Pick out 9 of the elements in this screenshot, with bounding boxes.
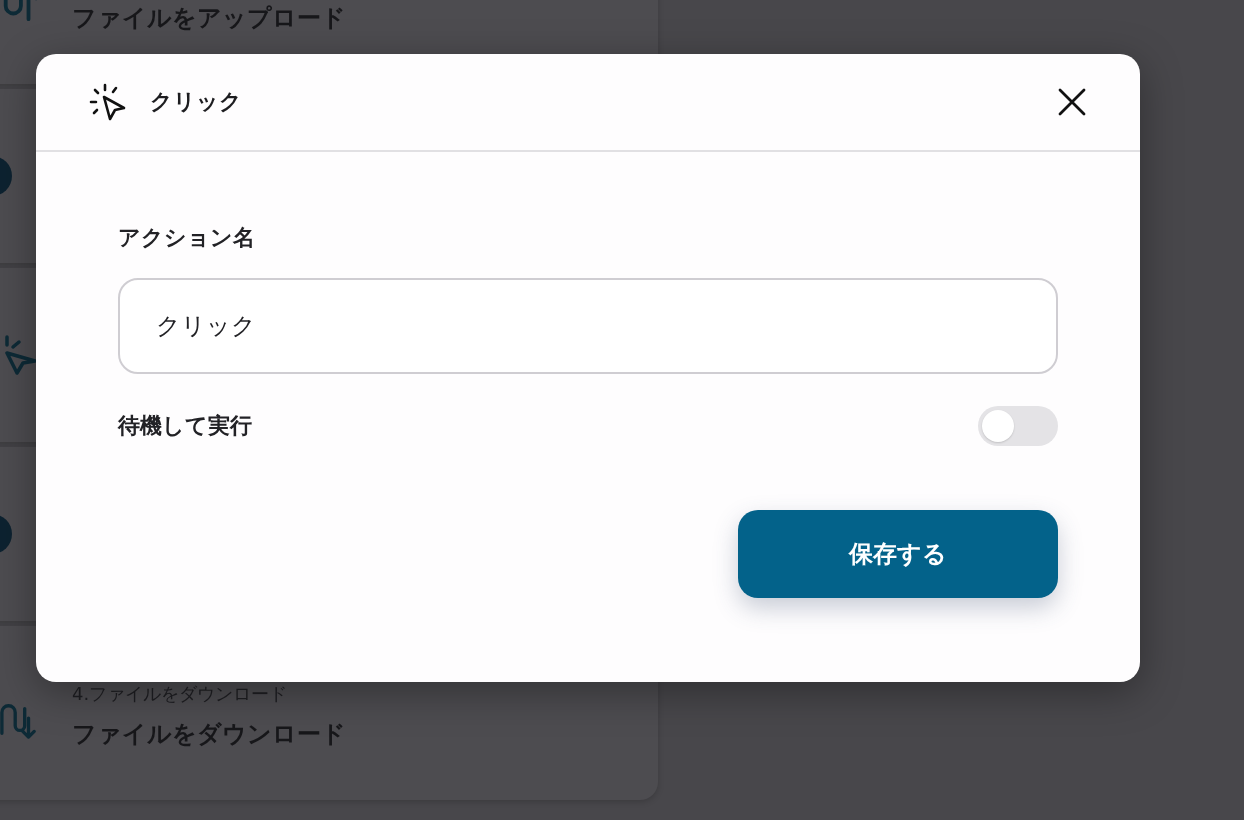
- toggle-switch[interactable]: [978, 406, 1058, 446]
- action-name-field[interactable]: クリック: [118, 278, 1058, 374]
- save-button[interactable]: 保存する: [738, 510, 1058, 598]
- dialog-title: クリック: [150, 88, 242, 116]
- toggle-label: 待機して実行: [118, 412, 252, 440]
- close-button[interactable]: [1056, 86, 1088, 118]
- cursor-click-icon: [88, 82, 128, 122]
- field-label: アクション名: [118, 224, 255, 252]
- close-icon: [1058, 88, 1086, 116]
